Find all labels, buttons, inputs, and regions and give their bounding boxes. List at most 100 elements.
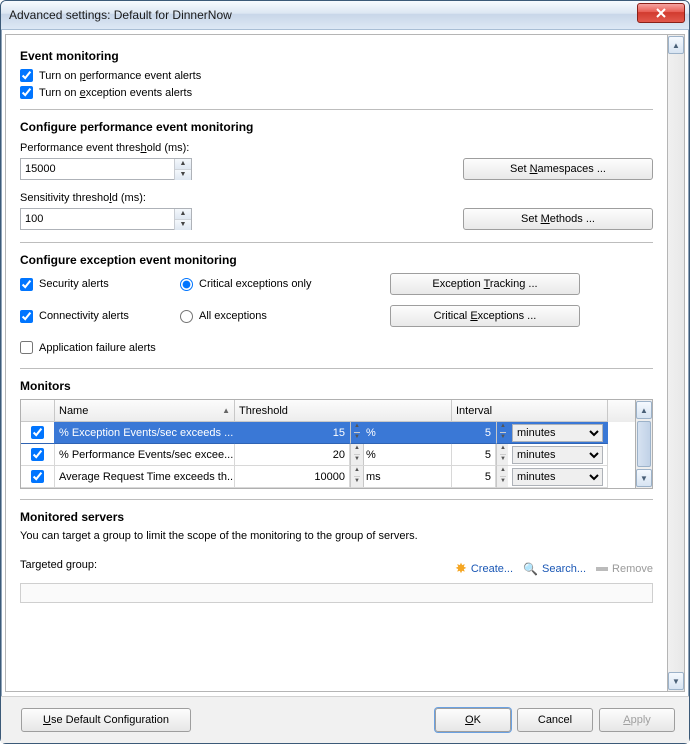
col-header-interval[interactable]: Interval bbox=[452, 400, 608, 422]
scroll-up-icon[interactable]: ▲ bbox=[668, 36, 684, 54]
col-header-checkbox[interactable] bbox=[21, 400, 55, 422]
row-checkbox[interactable] bbox=[31, 470, 44, 483]
spin-down-icon: ▼ bbox=[354, 455, 360, 465]
critical-exceptions-button[interactable]: Critical Exceptions ... bbox=[390, 305, 580, 327]
targeted-group-field[interactable] bbox=[20, 583, 653, 603]
checkbox-connectivity-alerts[interactable] bbox=[20, 310, 33, 323]
monitors-grid-wrap: Name ▲ Threshold Interval % Exception Ev… bbox=[20, 399, 653, 489]
row-checkbox-cell[interactable] bbox=[21, 422, 55, 444]
spin-down-icon: ▼ bbox=[500, 433, 506, 443]
dialog-footer: Use Default Configuration OK Cancel Appl… bbox=[1, 696, 689, 743]
checkbox-perf-alerts[interactable] bbox=[20, 69, 33, 82]
perf-threshold-input[interactable] bbox=[21, 161, 174, 177]
label-sensitivity-threshold: Sensitivity threshold (ms): bbox=[20, 192, 653, 204]
row-interval-value[interactable]: 5 bbox=[452, 466, 496, 488]
label-perf-alerts: Turn on performance event alerts Turn on… bbox=[39, 70, 201, 82]
sensitivity-threshold-field[interactable]: ▲ ▼ bbox=[20, 208, 192, 230]
content-area: Event monitoring Turn on performance eve… bbox=[5, 34, 668, 692]
window-title: Advanced settings: Default for DinnerNow bbox=[9, 8, 637, 22]
section-heading-event-monitoring: Event monitoring bbox=[20, 49, 653, 63]
row-interval-unit-cell[interactable]: minutes bbox=[508, 422, 608, 444]
row-checkbox-cell[interactable] bbox=[21, 444, 55, 466]
spin-down-icon: ▼ bbox=[500, 455, 506, 465]
remove-link: Remove bbox=[596, 563, 653, 575]
set-methods-button[interactable]: Set Methods ... bbox=[463, 208, 653, 230]
apply-button: Apply bbox=[599, 708, 675, 732]
row-interval-value[interactable]: 5 bbox=[452, 422, 496, 444]
row-checkbox[interactable] bbox=[31, 448, 44, 461]
table-row[interactable]: % Performance Events/sec excee...20▲▼%5▲… bbox=[21, 444, 635, 466]
label-appfailure-alerts: Application failure alerts bbox=[39, 342, 156, 354]
row-checkbox-cell[interactable] bbox=[21, 466, 55, 488]
row-threshold-value[interactable]: 20 bbox=[235, 444, 350, 466]
perf-threshold-field[interactable]: ▲ ▼ bbox=[20, 158, 192, 180]
spinner[interactable]: ▲ ▼ bbox=[174, 159, 191, 180]
ok-button[interactable]: OK bbox=[435, 708, 511, 732]
row-name-cell: % Exception Events/sec exceeds ... bbox=[55, 422, 235, 444]
titlebar: Advanced settings: Default for DinnerNow bbox=[1, 1, 689, 30]
monitors-grid[interactable]: Name ▲ Threshold Interval % Exception Ev… bbox=[20, 399, 636, 489]
row-threshold-value[interactable]: 10000 bbox=[235, 466, 350, 488]
col-header-threshold[interactable]: Threshold bbox=[235, 400, 452, 422]
grid-header: Name ▲ Threshold Interval bbox=[21, 400, 635, 422]
spin-up-icon: ▲ bbox=[500, 444, 506, 455]
radio-critical-only[interactable] bbox=[180, 278, 193, 291]
grid-scrollbar[interactable]: ▲ ▼ bbox=[636, 399, 653, 489]
spin-up-icon: ▲ bbox=[500, 422, 506, 433]
table-row[interactable]: Average Request Time exceeds th...10000 ▲… bbox=[21, 466, 635, 488]
row-interval-unit-cell[interactable]: minutes bbox=[508, 466, 608, 488]
spin-down-icon: ▼ bbox=[354, 477, 360, 487]
section-heading-exc-config: Configure exception event monitoring bbox=[20, 253, 653, 267]
sensitivity-threshold-input[interactable] bbox=[21, 211, 174, 227]
cancel-button[interactable]: Cancel bbox=[517, 708, 593, 732]
minus-icon bbox=[596, 567, 608, 571]
row-name-cell: % Performance Events/sec excee... bbox=[55, 444, 235, 466]
search-icon: 🔍 bbox=[523, 562, 538, 576]
spin-down-icon: ▼ bbox=[354, 433, 360, 443]
row-threshold-value[interactable]: 15 bbox=[235, 422, 350, 444]
spin-up-icon[interactable]: ▲ bbox=[175, 209, 191, 220]
divider bbox=[20, 242, 653, 243]
spinner[interactable]: ▲ ▼ bbox=[174, 209, 191, 230]
spin-down-icon[interactable]: ▼ bbox=[175, 220, 191, 230]
spin-up-icon: ▲ bbox=[354, 444, 360, 455]
checkbox-security-alerts[interactable] bbox=[20, 278, 33, 291]
section-heading-monitors: Monitors bbox=[20, 379, 653, 393]
sun-icon: ✸ bbox=[455, 560, 467, 577]
exception-tracking-button[interactable]: Exception Tracking ... bbox=[390, 273, 580, 295]
close-icon bbox=[655, 8, 667, 18]
row-interval-unit-select[interactable]: minutes bbox=[512, 446, 603, 464]
section-heading-servers: Monitored servers bbox=[20, 510, 653, 524]
checkbox-exception-alerts[interactable] bbox=[20, 86, 33, 99]
spin-up-icon[interactable]: ▲ bbox=[175, 159, 191, 170]
spin-up-icon: ▲ bbox=[354, 422, 360, 433]
scroll-down-icon[interactable]: ▼ bbox=[668, 672, 684, 690]
create-link[interactable]: ✸ Create... bbox=[455, 560, 513, 577]
row-checkbox[interactable] bbox=[31, 426, 44, 439]
row-interval-value[interactable]: 5 bbox=[452, 444, 496, 466]
scroll-down-icon[interactable]: ▼ bbox=[636, 469, 652, 487]
table-row[interactable]: % Exception Events/sec exceeds ...15▲▼%5… bbox=[21, 422, 635, 444]
content-scrollbar[interactable]: ▲ ▼ bbox=[668, 34, 685, 692]
label-critical-only: Critical exceptions only bbox=[199, 278, 312, 290]
close-button[interactable] bbox=[637, 3, 685, 23]
use-default-button[interactable]: Use Default Configuration bbox=[21, 708, 191, 732]
col-header-name[interactable]: Name ▲ bbox=[55, 400, 235, 422]
row-interval-unit-select[interactable]: minutes bbox=[512, 468, 603, 486]
scroll-up-icon[interactable]: ▲ bbox=[636, 401, 652, 419]
radio-all-exceptions[interactable] bbox=[180, 310, 193, 323]
row-name-cell: Average Request Time exceeds th... bbox=[55, 466, 235, 488]
row-interval-unit-select[interactable]: minutes bbox=[512, 424, 603, 442]
divider bbox=[20, 109, 653, 110]
dialog-body: Event monitoring Turn on performance eve… bbox=[1, 30, 689, 696]
row-interval-unit-cell[interactable]: minutes bbox=[508, 444, 608, 466]
scroll-thumb[interactable] bbox=[637, 421, 651, 467]
checkbox-appfailure-alerts[interactable] bbox=[20, 341, 33, 354]
spin-down-icon: ▼ bbox=[500, 477, 506, 487]
divider bbox=[20, 368, 653, 369]
search-link[interactable]: 🔍 Search... bbox=[523, 562, 586, 576]
spin-up-icon: ▲ bbox=[354, 466, 360, 477]
set-namespaces-button[interactable]: Set Namespaces ... bbox=[463, 158, 653, 180]
spin-down-icon[interactable]: ▼ bbox=[175, 170, 191, 180]
sort-asc-icon: ▲ bbox=[222, 406, 230, 415]
